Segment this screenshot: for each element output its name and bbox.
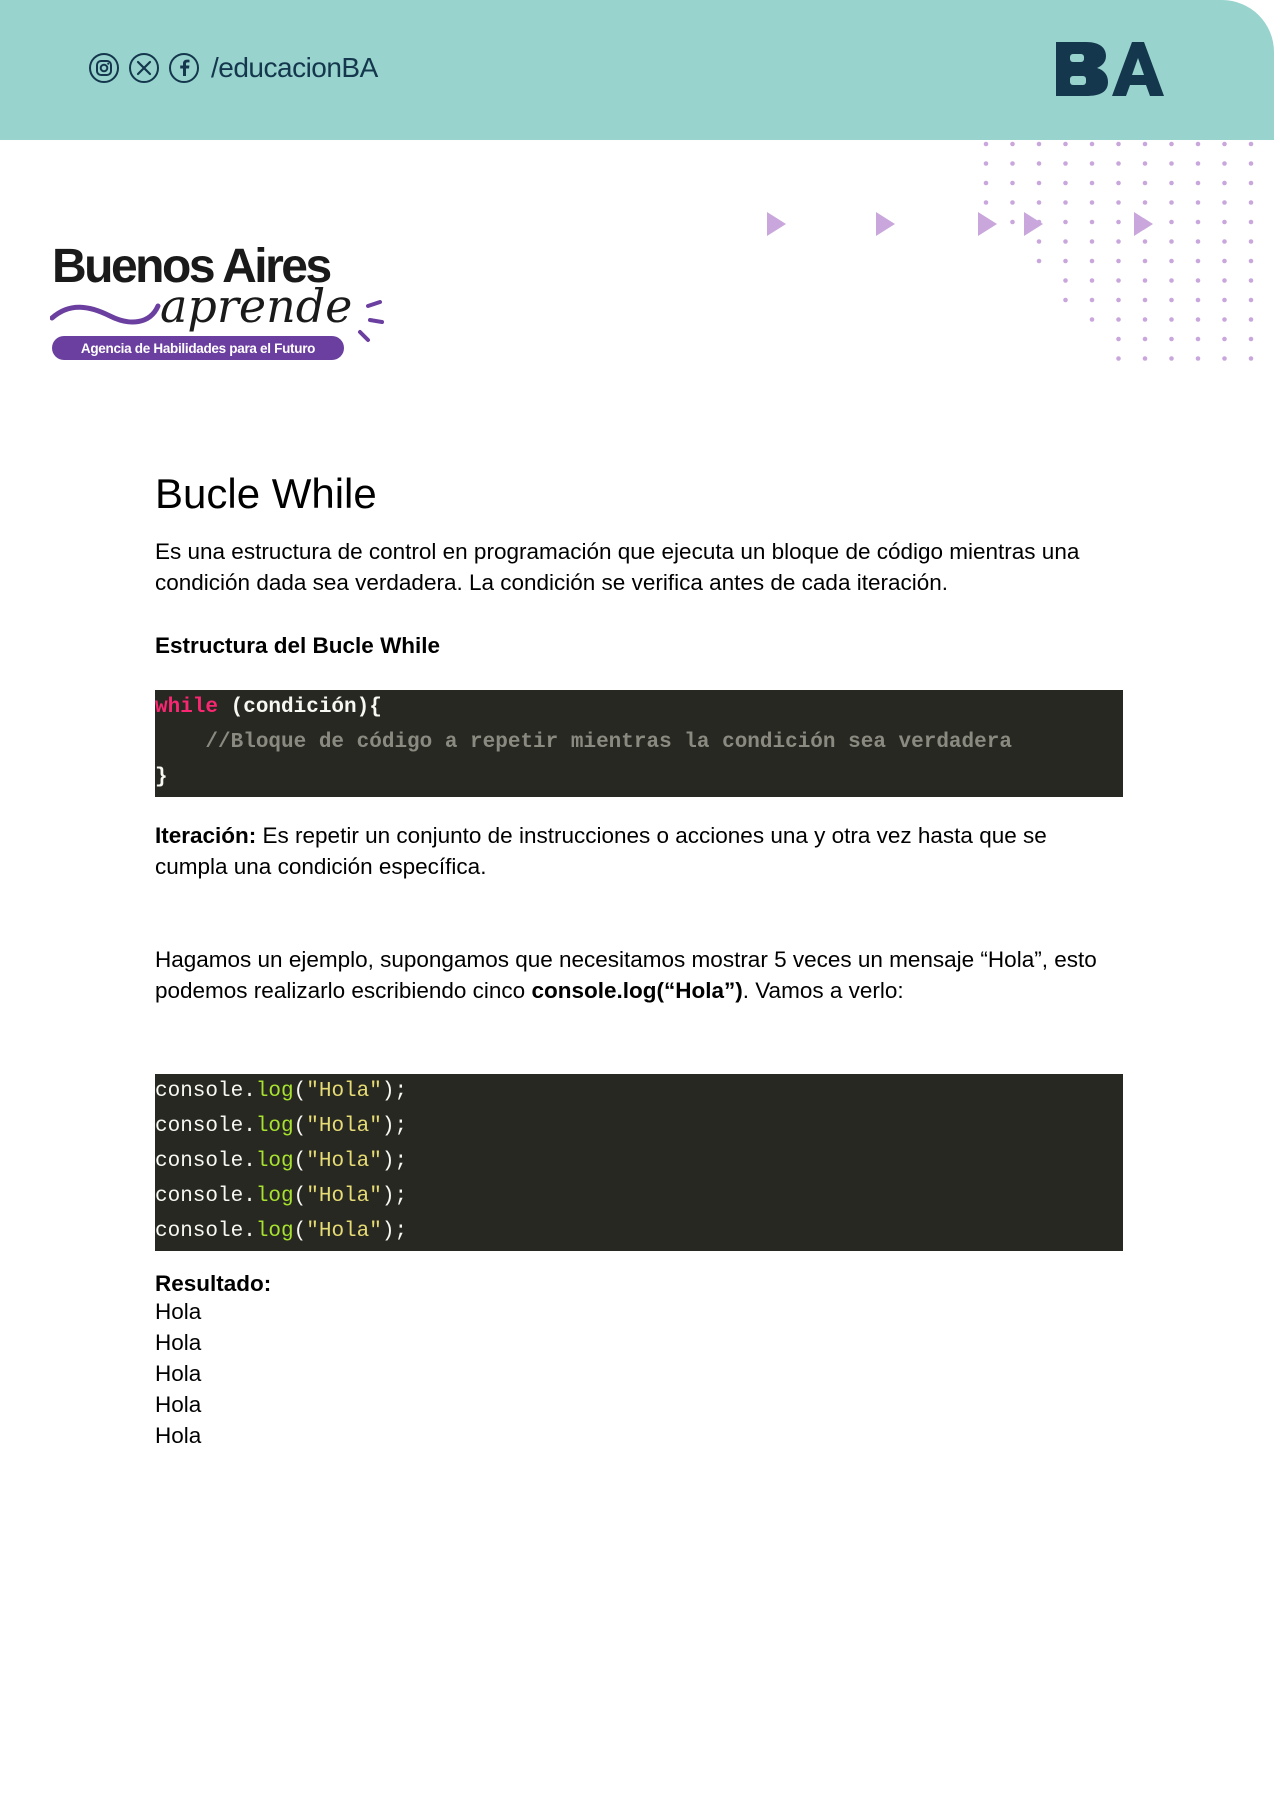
code-punct: ); bbox=[381, 1115, 408, 1138]
code-punct: ); bbox=[381, 1220, 408, 1243]
code-line: //Bloque de código a repetir mientras la… bbox=[155, 725, 1123, 760]
result-heading: Resultado: bbox=[155, 1271, 272, 1296]
code-punct: ( bbox=[293, 1115, 307, 1138]
result-item: Hola bbox=[155, 1392, 202, 1417]
result-item: Hola bbox=[155, 1299, 202, 1324]
code-condition: (condición){ bbox=[218, 696, 382, 719]
code-string: "Hola" bbox=[306, 1185, 382, 1208]
code-comment: //Bloque de código a repetir mientras la… bbox=[155, 731, 1012, 754]
code-line: console.log("Hola"); bbox=[155, 1179, 1123, 1214]
code-block-while: while (condición){ //Bloque de código a … bbox=[155, 690, 1123, 797]
code-object: console. bbox=[155, 1115, 256, 1138]
decorative-dot-grid bbox=[983, 141, 1254, 361]
iteration-definition: Es repetir un conjunto de instrucciones … bbox=[155, 823, 1047, 879]
code-punct: ( bbox=[293, 1220, 307, 1243]
code-string: "Hola" bbox=[306, 1080, 382, 1103]
code-object: console. bbox=[155, 1185, 256, 1208]
code-block-console: console.log("Hola"); console.log("Hola")… bbox=[155, 1074, 1123, 1251]
page-title: Bucle While bbox=[155, 470, 377, 517]
result-list: Hola Hola Hola Hola Hola bbox=[155, 1296, 201, 1451]
intro-paragraph: Es una estructura de control en programa… bbox=[155, 539, 1080, 595]
code-object: console. bbox=[155, 1080, 256, 1103]
code-string: "Hola" bbox=[306, 1115, 382, 1138]
result-item: Hola bbox=[155, 1361, 202, 1386]
social-handle[interactable]: /educacionBA bbox=[211, 52, 378, 84]
code-line: console.log("Hola"); bbox=[155, 1109, 1123, 1144]
brand-tagline: Agencia de Habilidades para el Futuro bbox=[81, 341, 315, 356]
structure-heading: Estructura del Bucle While bbox=[155, 633, 441, 658]
code-punct: ( bbox=[293, 1185, 307, 1208]
code-function: log bbox=[255, 1115, 294, 1138]
brand-line2: aprende bbox=[160, 279, 352, 333]
code-punct: ( bbox=[293, 1150, 307, 1173]
result-item: Hola bbox=[155, 1423, 202, 1448]
result-item: Hola bbox=[155, 1330, 202, 1355]
iteration-term: Iteración: bbox=[155, 823, 257, 848]
buenos-aires-aprende-logo: Buenos Aires aprende Agencia de Habilida… bbox=[50, 240, 384, 360]
iteration-paragraph: Iteración: Es repetir un conjunto de ins… bbox=[155, 820, 1123, 882]
code-function: log bbox=[255, 1150, 294, 1173]
code-punct: ); bbox=[381, 1150, 408, 1173]
code-line: console.log("Hola"); bbox=[155, 1074, 1123, 1109]
code-object: console. bbox=[155, 1220, 256, 1243]
code-line: while (condición){ bbox=[155, 690, 1123, 725]
code-function: log bbox=[255, 1220, 294, 1243]
example-text-b: . Vamos a verlo: bbox=[742, 978, 904, 1003]
code-function: log bbox=[255, 1080, 294, 1103]
decorative-arrows bbox=[767, 212, 1153, 236]
instagram-icon[interactable] bbox=[89, 53, 119, 83]
code-keyword: while bbox=[155, 696, 219, 719]
code-punct: ); bbox=[381, 1185, 408, 1208]
code-string: "Hola" bbox=[306, 1150, 382, 1173]
social-links: /educacionBA bbox=[89, 51, 378, 85]
code-line: } bbox=[155, 766, 168, 789]
code-punct: ( bbox=[293, 1080, 307, 1103]
code-line: console.log("Hola"); bbox=[155, 1214, 1123, 1249]
code-line: console.log("Hola"); bbox=[155, 1144, 1123, 1179]
ba-logo bbox=[1056, 42, 1164, 96]
code-function: log bbox=[255, 1185, 294, 1208]
x-icon[interactable] bbox=[129, 53, 159, 83]
facebook-icon[interactable] bbox=[169, 53, 199, 83]
example-paragraph: Hagamos un ejemplo, supongamos que neces… bbox=[155, 944, 1123, 1006]
code-object: console. bbox=[155, 1150, 256, 1173]
code-punct: ); bbox=[381, 1080, 408, 1103]
code-string: "Hola" bbox=[306, 1220, 382, 1243]
example-inline-code: console.log(“Hola”) bbox=[531, 978, 743, 1003]
